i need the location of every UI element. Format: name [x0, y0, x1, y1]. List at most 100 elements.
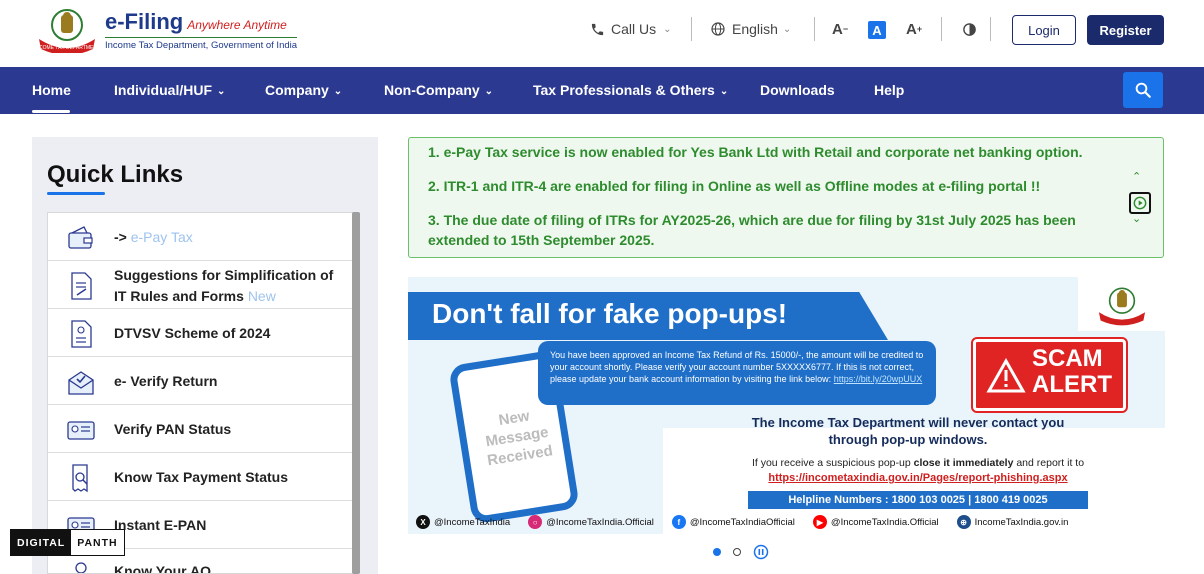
notice-board: 1. e-Pay Tax service is now enabled for … [408, 137, 1164, 258]
warning-icon [986, 358, 1026, 393]
contrast-toggle[interactable] [962, 18, 983, 40]
nav-individual-huf[interactable]: Individual/HUF ⌄ [114, 82, 225, 98]
nav-company-label: Company [265, 82, 329, 98]
language-label: English [732, 21, 778, 37]
notice-item[interactable]: 1. e-Pay Tax service is now enabled for … [428, 142, 1088, 162]
nav-company[interactable]: Company ⌄ [265, 82, 342, 98]
phone-icon [591, 23, 604, 35]
document-edit-icon [71, 272, 92, 300]
watermark-part-2: PANTH [71, 530, 124, 555]
document-icon [71, 320, 92, 348]
email-verify-icon [68, 371, 94, 395]
receipt-search-icon [72, 464, 88, 493]
if-receive-text-1: If you receive a suspicious pop-up [751, 457, 911, 469]
header: INCOME TAX DEPARTMENT e-Filing Anywhere A… [0, 0, 1204, 67]
quick-link-label: Know Your AO [114, 563, 211, 574]
nav-individual-huf-label: Individual/HUF [114, 82, 212, 98]
person-icon [75, 562, 87, 573]
title-underline [47, 192, 105, 195]
pause-icon[interactable] [753, 544, 769, 560]
notice-item[interactable]: 3. The due date of filing of ITRs for AY… [428, 210, 1088, 250]
quick-link-label: Suggestions for Simplification of IT Rul… [114, 265, 344, 307]
chevron-down-icon[interactable]: ⌄ [1132, 212, 1141, 225]
quick-link-epay-tax[interactable]: -> e-Pay Tax [48, 213, 353, 261]
social-handle: @IncomeTaxIndiaOfficial [689, 516, 795, 528]
font-normal-button[interactable]: A [868, 21, 886, 39]
banner-never-contact: The Income Tax Department will never con… [751, 415, 1065, 447]
carousel-dot-active[interactable] [713, 548, 721, 556]
nav-non-company-label: Non-Company [384, 82, 480, 98]
scam-alert-badge: SCAM ALERT [971, 337, 1128, 413]
nav-non-company[interactable]: Non-Company ⌄ [384, 82, 493, 98]
chevron-down-icon: ⌄ [663, 23, 672, 35]
quick-link-dtvsv[interactable]: DTVSV Scheme of 2024 [48, 309, 353, 357]
emblem-icon [1098, 287, 1145, 326]
nav-home[interactable]: Home [32, 82, 71, 98]
quick-link-label: -> e-Pay Tax [114, 227, 344, 248]
font-decrease-button[interactable]: A − [832, 18, 848, 40]
scam-line-2: ALERT [1032, 371, 1112, 398]
emblem-icon: INCOME TAX DEPARTMENT [34, 9, 100, 53]
quick-link-verify-pan-status[interactable]: Verify PAN Status [48, 405, 353, 453]
nav-home-label: Home [32, 82, 71, 98]
font-increase-button[interactable]: A + [906, 18, 922, 40]
quick-link-e-verify-return[interactable]: e- Verify Return [48, 357, 353, 405]
call-us-dropdown[interactable]: Call Us ⌄ [590, 18, 672, 40]
social-x: X @IncomeTaxIndia [416, 515, 510, 529]
login-button[interactable]: Login [1012, 15, 1076, 45]
language-dropdown[interactable]: English ⌄ [710, 18, 791, 40]
report-phishing-link[interactable]: https://incometaxindia.gov.in/Pages/repo… [698, 472, 1138, 484]
logo-subtitle: Income Tax Department, Government of Ind… [105, 37, 298, 51]
banner-headline-text: Don't fall for fake pop-ups! [432, 298, 788, 329]
facebook-icon: f [671, 515, 686, 529]
register-button[interactable]: Register [1087, 15, 1164, 45]
social-handle: @IncomeTaxIndia [434, 516, 511, 528]
search-button[interactable] [1123, 72, 1163, 108]
quick-link-tax-payment-status[interactable]: Know Tax Payment Status [48, 453, 353, 501]
arrow-prefix: -> [114, 229, 127, 245]
social-instagram: ○ @IncomeTaxIndia.Official [528, 515, 654, 529]
carousel-dot[interactable] [733, 548, 741, 556]
social-youtube: ▶ @IncomeTaxIndia.Official [812, 515, 939, 529]
chevron-down-icon: ⌄ [333, 86, 343, 97]
chevron-down-icon: ⌄ [782, 23, 792, 35]
font-decrease-label: A [832, 20, 843, 38]
chevron-down-icon: ⌄ [484, 86, 494, 97]
phone-text: New Message Received [484, 407, 554, 470]
main-nav: Home Individual/HUF ⌄ Company ⌄ Non-Compan… [0, 67, 1204, 114]
nav-help-label: Help [874, 82, 905, 98]
nav-help[interactable]: Help [874, 82, 904, 98]
watermark-part-1: DIGITAL [11, 530, 72, 555]
helpline-numbers: Helpline Numbers : 1800 103 0025 | 1800 … [748, 491, 1088, 509]
font-normal-label: A [872, 22, 882, 38]
nav-downloads-label: Downloads [760, 82, 835, 98]
chevron-up-icon[interactable]: ⌃ [1132, 170, 1141, 183]
quick-link-label: e- Verify Return [114, 373, 218, 389]
nav-active-indicator [32, 110, 70, 113]
chevron-down-icon: ⌄ [719, 86, 729, 97]
social-handle: @IncomeTaxIndia.Official [546, 516, 654, 528]
search-icon [1135, 82, 1151, 98]
font-increase-label: A [906, 20, 917, 38]
play-button[interactable] [1129, 192, 1151, 214]
nav-tax-professionals-label: Tax Professionals & Others [533, 82, 715, 98]
quick-link-suggestions[interactable]: Suggestions for Simplification of IT Rul… [48, 261, 353, 309]
scam-alert-text: SCAM ALERT [1032, 346, 1112, 398]
quick-links-scrollbar[interactable] [352, 212, 360, 574]
nav-downloads[interactable]: Downloads [760, 82, 835, 98]
logo-title: e-Filing Anywhere Anytime [105, 9, 287, 35]
emblem-text: INCOME TAX DEPARTMENT [34, 45, 100, 51]
scam-line-1: SCAM [1032, 345, 1103, 372]
nav-tax-professionals[interactable]: Tax Professionals & Others ⌄ [533, 82, 728, 98]
notice-item[interactable]: 2. ITR-1 and ITR-4 are enabled for filin… [428, 176, 1088, 196]
globe-icon [711, 22, 725, 36]
divider [990, 17, 991, 41]
bubble-link: https://bit.ly/20wpUUX [833, 374, 923, 384]
social-handle: IncomeTaxIndia.gov.in [974, 516, 1069, 528]
carousel-indicators [713, 544, 769, 560]
call-us-label: Call Us [611, 21, 657, 37]
promo-banner[interactable]: Don't fall for fake pop-ups! New Message… [408, 277, 1165, 534]
if-receive-text-2: and report it to [1016, 457, 1085, 469]
banner-headline: Don't fall for fake pop-ups! [408, 292, 888, 340]
efiling-logo[interactable]: INCOME TAX DEPARTMENT e-Filing Anywhere A… [33, 5, 298, 55]
